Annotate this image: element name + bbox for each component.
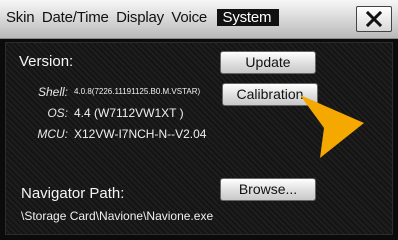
os-value: 4.4 (W7112VW1XT ) (74, 106, 184, 120)
browse-button[interactable]: Browse... (220, 178, 316, 201)
mcu-value: X12VW-I7NCH-N--V2.04 (74, 127, 207, 141)
shell-key: Shell: (37, 85, 68, 99)
mcu-key: MCU: (37, 127, 68, 141)
navigator-path-value: \Storage Card\Navione\Navione.exe (21, 209, 214, 223)
tab-bar: Skin Date/Time Display Voice System (6, 9, 282, 27)
tab-voice[interactable]: Voice (171, 9, 207, 26)
version-label: Version: (19, 53, 74, 70)
tab-date-time[interactable]: Date/Time (42, 9, 109, 26)
tab-skin[interactable]: Skin (6, 9, 35, 26)
update-button[interactable]: Update (220, 51, 316, 74)
navigator-path-label: Navigator Path: (21, 185, 125, 202)
close-icon (366, 11, 382, 27)
tab-display[interactable]: Display (116, 9, 164, 26)
settings-header: Skin Date/Time Display Voice System (0, 0, 398, 39)
os-key: OS: (47, 106, 68, 120)
cursor-arrow-icon (300, 95, 364, 158)
shell-value: 4.0.8(7226.11191125.B0.M.VSTAR) (74, 87, 201, 96)
close-button[interactable] (356, 6, 392, 32)
tab-system[interactable]: System (216, 9, 280, 26)
